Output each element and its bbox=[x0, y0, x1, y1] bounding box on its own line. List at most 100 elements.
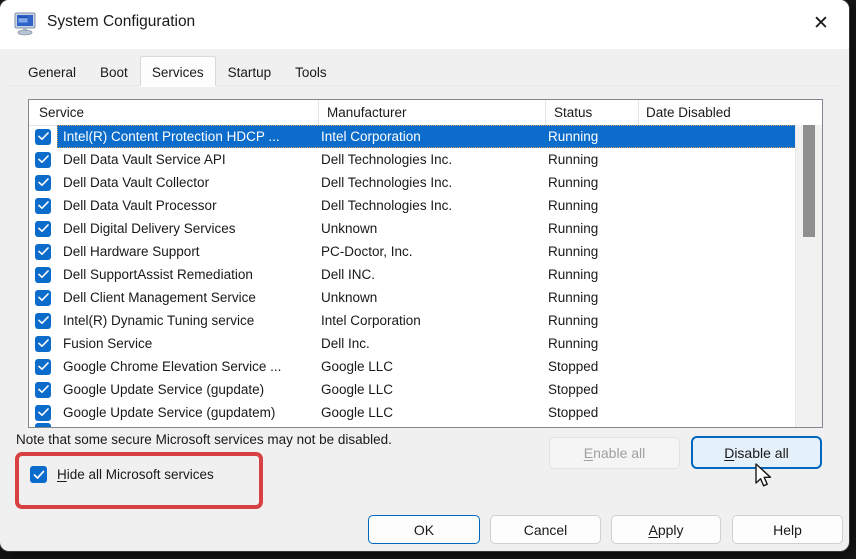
cell-manufacturer: Dell Technologies Inc. bbox=[321, 198, 453, 213]
table-row[interactable]: Dell Client Management Service Unknown R… bbox=[29, 286, 796, 309]
row-checkbox-cell bbox=[29, 128, 57, 145]
checked-checkbox-icon[interactable] bbox=[35, 128, 51, 145]
checked-checkbox-icon[interactable] bbox=[35, 312, 51, 329]
msconfig-app-icon bbox=[13, 12, 39, 36]
checked-checkbox-icon[interactable] bbox=[35, 381, 51, 398]
row-checkbox-cell bbox=[29, 220, 57, 237]
row-content[interactable]: Intel(R) Content Protection HDCP ... Int… bbox=[57, 125, 796, 148]
row-content[interactable]: Dell Data Vault Processor Dell Technolog… bbox=[57, 194, 796, 217]
services-list: Service Manufacturer Status Date Disable… bbox=[28, 99, 823, 428]
table-row[interactable]: Dell Data Vault Processor Dell Technolog… bbox=[29, 194, 796, 217]
row-checkbox-cell bbox=[29, 381, 57, 398]
checked-checkbox-icon[interactable] bbox=[35, 220, 51, 237]
cell-manufacturer: Google LLC bbox=[321, 359, 394, 374]
cell-status: Running bbox=[548, 313, 599, 328]
table-row[interactable]: Google Chrome Elevation Service ... Goog… bbox=[29, 355, 796, 378]
row-checkbox-cell bbox=[29, 266, 57, 283]
checked-checkbox-icon[interactable] bbox=[30, 466, 47, 483]
vertical-scrollbar[interactable] bbox=[795, 125, 822, 427]
tab-general[interactable]: General bbox=[16, 59, 88, 86]
cell-status: Running bbox=[548, 290, 599, 305]
cell-status: Running bbox=[548, 129, 599, 144]
cancel-button[interactable]: Cancel bbox=[490, 515, 601, 544]
column-header-service[interactable]: Service bbox=[29, 100, 319, 125]
checked-checkbox-icon[interactable] bbox=[35, 197, 51, 214]
row-checkbox-cell bbox=[29, 358, 57, 375]
cell-manufacturer: Dell Technologies Inc. bbox=[321, 152, 453, 167]
close-icon: ✕ bbox=[813, 12, 829, 34]
cell-service: Dell Data Vault Service API bbox=[63, 152, 226, 167]
checked-checkbox-icon[interactable] bbox=[35, 151, 51, 168]
table-row[interactable]: Intel(R) Dynamic Tuning service Intel Co… bbox=[29, 309, 796, 332]
table-row[interactable]: Dell Data Vault Collector Dell Technolog… bbox=[29, 171, 796, 194]
tab-boot[interactable]: Boot bbox=[88, 59, 140, 86]
cell-status: Running bbox=[548, 175, 599, 190]
table-row[interactable]: Dell Data Vault Service API Dell Technol… bbox=[29, 148, 796, 171]
cell-status: Running bbox=[548, 198, 599, 213]
cell-manufacturer: Dell Technologies Inc. bbox=[321, 175, 453, 190]
table-row[interactable]: Google Update Service (gupdate) Google L… bbox=[29, 378, 796, 401]
cell-status: Stopped bbox=[548, 382, 599, 397]
column-header-manufacturer[interactable]: Manufacturer bbox=[319, 100, 546, 125]
row-content[interactable]: Fusion Service Dell Inc. Running bbox=[57, 332, 796, 355]
table-row[interactable]: Fusion Service Dell Inc. Running bbox=[29, 332, 796, 355]
cell-manufacturer: PC-Doctor, Inc. bbox=[321, 244, 413, 259]
scrollbar-thumb[interactable] bbox=[803, 125, 815, 237]
tab-tools[interactable]: Tools bbox=[283, 59, 339, 86]
row-content[interactable]: Google Chrome Elevation Service ... Goog… bbox=[57, 355, 796, 378]
checked-checkbox-icon[interactable] bbox=[35, 358, 51, 375]
list-header: Service Manufacturer Status Date Disable… bbox=[29, 100, 822, 126]
row-content[interactable]: Dell Client Management Service Unknown R… bbox=[57, 286, 796, 309]
row-content[interactable]: Dell Data Vault Service API Dell Technol… bbox=[57, 148, 796, 171]
table-row[interactable]: Dell Hardware Support PC-Doctor, Inc. Ru… bbox=[29, 240, 796, 263]
cell-service: Intel(R) Content Protection HDCP ... bbox=[63, 129, 280, 144]
ok-button[interactable]: OK bbox=[368, 515, 480, 544]
tab-bar: General Boot Services Startup Tools bbox=[16, 56, 339, 86]
list-body: Intel(R) Content Protection HDCP ... Int… bbox=[29, 125, 796, 427]
row-content[interactable]: Google Update Service (gupdate) Google L… bbox=[57, 378, 796, 401]
table-row[interactable]: Dell Digital Delivery Services Unknown R… bbox=[29, 217, 796, 240]
cell-status: Stopped bbox=[548, 359, 599, 374]
row-checkbox-cell bbox=[29, 404, 57, 421]
row-checkbox-cell bbox=[29, 197, 57, 214]
cell-service: Intel(R) Dynamic Tuning service bbox=[63, 313, 255, 328]
tab-startup[interactable]: Startup bbox=[216, 59, 284, 86]
checked-checkbox-icon[interactable] bbox=[35, 335, 51, 352]
checked-checkbox-icon[interactable] bbox=[35, 266, 51, 283]
cell-manufacturer: Google LLC bbox=[321, 405, 394, 420]
checked-checkbox-icon[interactable] bbox=[35, 243, 51, 260]
hide-microsoft-services-checkbox[interactable]: Hide all Microsoft services bbox=[30, 466, 214, 483]
row-content[interactable]: Dell SupportAssist Remediation Dell INC.… bbox=[57, 263, 796, 286]
apply-button[interactable]: Apply bbox=[611, 515, 721, 544]
table-row-partial[interactable] bbox=[35, 423, 51, 427]
cell-service: Dell Data Vault Processor bbox=[63, 198, 217, 213]
cell-status: Running bbox=[548, 336, 599, 351]
cell-status: Running bbox=[548, 221, 599, 236]
row-content[interactable]: Dell Data Vault Collector Dell Technolog… bbox=[57, 171, 796, 194]
row-checkbox-cell bbox=[29, 151, 57, 168]
cell-manufacturer: Intel Corporation bbox=[321, 313, 421, 328]
checked-checkbox-icon[interactable] bbox=[35, 174, 51, 191]
cell-manufacturer: Unknown bbox=[321, 290, 378, 305]
column-header-date-disabled[interactable]: Date Disabled bbox=[639, 100, 822, 125]
note-text: Note that some secure Microsoft services… bbox=[16, 432, 392, 447]
table-row[interactable]: Google Update Service (gupdatem) Google … bbox=[29, 401, 796, 424]
table-row[interactable]: Intel(R) Content Protection HDCP ... Int… bbox=[29, 125, 796, 148]
cell-service: Dell Digital Delivery Services bbox=[63, 221, 236, 236]
column-header-status[interactable]: Status bbox=[546, 100, 639, 125]
checked-checkbox-icon[interactable] bbox=[35, 289, 51, 306]
cell-manufacturer: Intel Corporation bbox=[321, 129, 421, 144]
table-row[interactable]: Dell SupportAssist Remediation Dell INC.… bbox=[29, 263, 796, 286]
cell-service: Google Update Service (gupdatem) bbox=[63, 405, 276, 420]
checked-checkbox-icon[interactable] bbox=[35, 404, 51, 421]
row-content[interactable]: Intel(R) Dynamic Tuning service Intel Co… bbox=[57, 309, 796, 332]
help-button[interactable]: Help bbox=[732, 515, 843, 544]
disable-all-button[interactable]: Disable all bbox=[691, 436, 822, 469]
row-content[interactable]: Google Update Service (gupdatem) Google … bbox=[57, 401, 796, 424]
close-button[interactable]: ✕ bbox=[803, 8, 839, 38]
tab-services[interactable]: Services bbox=[139, 56, 216, 86]
row-content[interactable]: Dell Digital Delivery Services Unknown R… bbox=[57, 217, 796, 240]
row-content[interactable]: Dell Hardware Support PC-Doctor, Inc. Ru… bbox=[57, 240, 796, 263]
enable-all-button[interactable]: Enable all bbox=[549, 437, 680, 469]
row-checkbox-cell bbox=[29, 289, 57, 306]
